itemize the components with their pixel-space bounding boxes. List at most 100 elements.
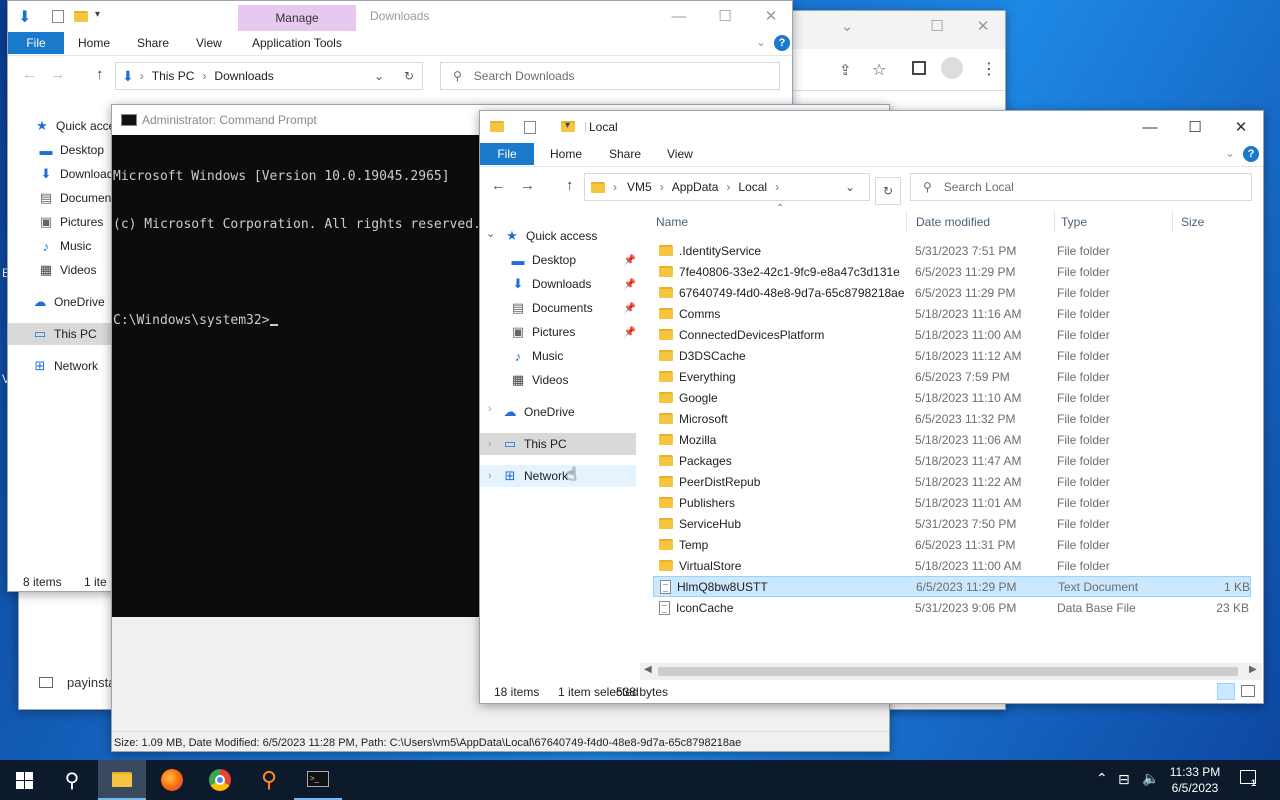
up-arrow-icon[interactable]: ↑	[566, 177, 574, 194]
clock[interactable]: 11:33 PM 6/5/2023	[1164, 764, 1226, 796]
menu-dots-icon[interactable]: ⋮	[981, 59, 997, 79]
search-button[interactable]: ⚲	[48, 760, 96, 800]
maximize-icon[interactable]: ☐	[914, 11, 960, 41]
scroll-right-icon[interactable]: ▶	[1249, 664, 1257, 675]
file-row[interactable]: .IdentityService 5/31/2023 7:51 PM File fo…	[653, 240, 1251, 261]
file-row[interactable]: IconCache 5/31/2023 9:06 PM Data Base File…	[653, 597, 1251, 618]
column-name[interactable]: Name	[656, 215, 688, 229]
back-arrow-icon[interactable]: ←	[22, 66, 37, 83]
nav-music[interactable]: ♪ Music	[38, 235, 92, 257]
chevron-right-icon[interactable]: ›	[488, 403, 492, 415]
close-icon[interactable]: ✕	[1218, 112, 1263, 142]
side-panel-icon[interactable]	[912, 61, 926, 75]
tab-view[interactable]: View	[657, 143, 703, 165]
nav-music[interactable]: ♪ Music	[510, 345, 564, 367]
nav-documents[interactable]: ▤ Documen	[38, 187, 112, 209]
minimize-icon[interactable]: —	[1127, 112, 1173, 142]
file-row[interactable]: Publishers 5/18/2023 11:01 AM File folder	[653, 492, 1251, 513]
chevron-down-icon[interactable]: ⌄	[756, 35, 766, 49]
tab-file[interactable]: File	[480, 143, 534, 165]
taskbar-command-prompt[interactable]: >_	[294, 760, 342, 800]
properties-icon[interactable]	[52, 10, 64, 23]
local-explorer-window[interactable]: ▾ | Local — ☐ ✕ File Home Share View ⌄ ?…	[479, 110, 1264, 704]
large-icons-view-icon[interactable]	[1241, 685, 1255, 697]
up-arrow-icon[interactable]: ↑	[96, 66, 104, 83]
forward-arrow-icon[interactable]: →	[50, 66, 65, 83]
search-box[interactable]: ⚲ Search Downloads	[440, 62, 780, 90]
nav-videos[interactable]: ▦ Videos	[38, 259, 97, 281]
details-view-icon[interactable]	[1217, 683, 1235, 700]
nav-pictures[interactable]: ▣ Pictures 📌	[510, 321, 636, 343]
taskbar-chrome[interactable]	[196, 760, 244, 800]
nav-pictures[interactable]: ▣ Pictures	[38, 211, 104, 233]
file-row[interactable]: HlmQ8bw8USTT 6/5/2023 11:29 PM Text Docume…	[653, 576, 1251, 597]
refresh-icon[interactable]: ↻	[404, 69, 414, 83]
nav-quick-access[interactable]: ★ Quick access	[504, 225, 597, 247]
bookmark-star-icon[interactable]: ☆	[872, 60, 886, 80]
file-row[interactable]: Google 5/18/2023 11:10 AM File folder	[653, 387, 1251, 408]
tab-file[interactable]: File	[8, 32, 64, 54]
close-icon[interactable]: ✕	[748, 1, 792, 31]
nav-documents[interactable]: ▤ Documents 📌	[510, 297, 636, 319]
tab-share[interactable]: Share	[127, 32, 179, 54]
tab-view[interactable]: View	[186, 32, 232, 54]
tab-home[interactable]: Home	[540, 143, 592, 165]
chevron-down-icon[interactable]: ▾	[565, 120, 570, 131]
start-button[interactable]	[0, 760, 48, 800]
chevron-down-icon[interactable]: ⌄	[1225, 146, 1235, 160]
nav-network[interactable]: ⊞ Network	[32, 355, 98, 377]
chevron-right-icon[interactable]: ›	[488, 438, 492, 450]
taskbar-file-explorer[interactable]	[98, 760, 146, 800]
file-row[interactable]: D3DSCache 5/18/2023 11:12 AM File folder	[653, 345, 1251, 366]
download-item[interactable]: payinsta	[39, 675, 115, 690]
file-row[interactable]: ConnectedDevicesPlatform 5/18/2023 11:00 …	[653, 324, 1251, 345]
manage-context-tab[interactable]: Manage	[238, 5, 356, 31]
nav-desktop[interactable]: ▬ Desktop 📌	[510, 249, 637, 271]
scroll-thumb[interactable]	[658, 667, 1238, 676]
search-input[interactable]: Search Local	[944, 180, 1014, 194]
file-row[interactable]: Mozilla 5/18/2023 11:06 AM File folder	[653, 429, 1251, 450]
nav-downloads[interactable]: ⬇ Downloads 📌	[510, 273, 636, 295]
breadcrumb-downloads[interactable]: Downloads	[214, 69, 273, 83]
chevron-down-icon[interactable]: ⌄	[486, 227, 495, 240]
search-box[interactable]: ⚲ Search Local	[910, 173, 1252, 201]
nav-videos[interactable]: ▦ Videos	[510, 369, 569, 391]
refresh-icon[interactable]: ↻	[875, 177, 901, 205]
nav-desktop[interactable]: ▬ Desktop	[38, 139, 105, 161]
taskbar-everything[interactable]: ⚲	[245, 760, 293, 800]
network-status-icon[interactable]: ⊟	[1118, 771, 1130, 788]
properties-icon[interactable]	[524, 121, 536, 134]
help-icon[interactable]: ?	[1243, 146, 1259, 162]
file-row[interactable]: Temp 6/5/2023 11:31 PM File folder	[653, 534, 1251, 555]
column-date-modified[interactable]: Date modified	[916, 215, 990, 229]
file-row[interactable]: 7fe40806-33e2-42c1-9fc9-e8a47c3d131e 6/5/…	[653, 261, 1251, 282]
column-type[interactable]: Type	[1061, 215, 1087, 229]
address-bar[interactable]: › VM5 › AppData › Local › ⌄	[584, 173, 870, 201]
file-row[interactable]: ServiceHub 5/31/2023 7:50 PM File folder	[653, 513, 1251, 534]
nav-this-pc[interactable]: › ▭ This PC	[480, 433, 636, 455]
tab-application-tools[interactable]: Application Tools	[242, 32, 352, 54]
file-row[interactable]: Packages 5/18/2023 11:47 AM File folder	[653, 450, 1251, 471]
nav-quick-access[interactable]: ★ Quick acce	[34, 115, 115, 137]
chevron-down-icon[interactable]: ⌄	[374, 69, 384, 83]
nav-network[interactable]: › ⊞ Network	[480, 465, 636, 487]
help-icon[interactable]: ?	[774, 35, 790, 51]
column-size[interactable]: Size	[1181, 215, 1204, 229]
tab-home[interactable]: Home	[68, 32, 120, 54]
maximize-icon[interactable]: ☐	[702, 1, 748, 31]
cmd-console[interactable]: Microsoft Windows [Version 10.0.19045.29…	[112, 135, 480, 617]
chevron-down-icon[interactable]: ⌄	[845, 180, 855, 194]
new-folder-icon[interactable]	[74, 11, 88, 22]
breadcrumb-this-pc[interactable]: This PC	[152, 69, 195, 83]
taskbar-firefox[interactable]	[148, 760, 196, 800]
minimize-icon[interactable]: —	[656, 1, 702, 31]
chevron-up-icon[interactable]: ⌃	[1096, 770, 1108, 787]
profile-avatar-icon[interactable]	[941, 57, 963, 79]
search-input[interactable]: Search Downloads	[474, 69, 575, 83]
scroll-left-icon[interactable]: ◀	[644, 664, 652, 675]
file-row[interactable]: Everything 6/5/2023 7:59 PM File folder	[653, 366, 1251, 387]
nav-this-pc[interactable]: ▭ This PC	[8, 323, 118, 345]
file-row[interactable]: VirtualStore 5/18/2023 11:00 AM File folde…	[653, 555, 1251, 576]
tab-share[interactable]: Share	[599, 143, 651, 165]
breadcrumb-vm5[interactable]: VM5	[627, 180, 652, 194]
